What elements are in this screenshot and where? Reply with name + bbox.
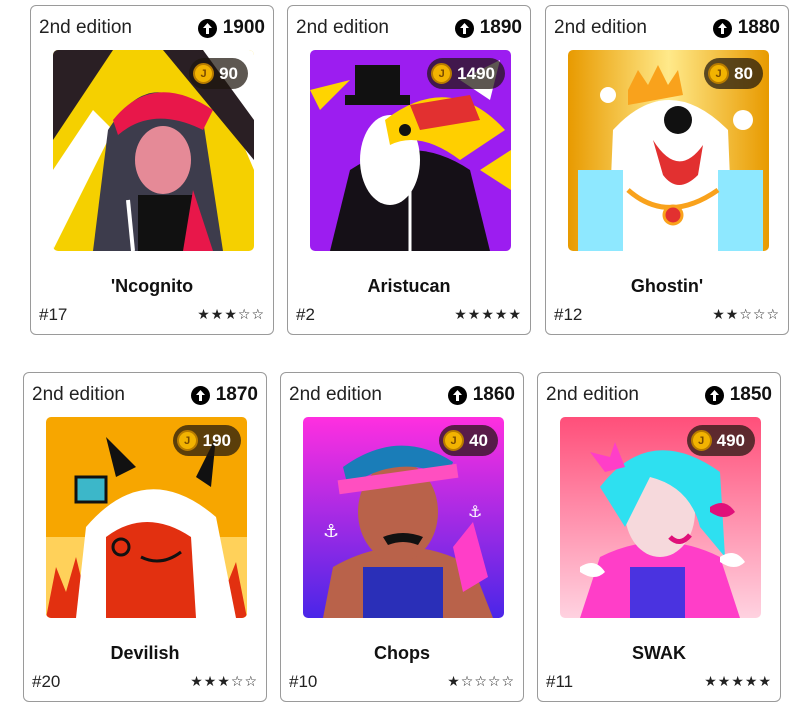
score: 1870: [190, 384, 258, 406]
score: 1860: [447, 384, 515, 406]
price-value: 80: [734, 63, 753, 83]
card-art[interactable]: ⚓ ⚓ J 40: [303, 417, 504, 618]
card-ncognito[interactable]: 2nd edition 1900 J 90 'Ncognito #17 ★★★☆…: [30, 5, 274, 335]
edition-label: 2nd edition: [39, 17, 132, 38]
card-name: Aristucan: [367, 276, 451, 296]
card-art[interactable]: J 90: [53, 50, 254, 251]
star-rating: ★★★☆☆: [190, 673, 258, 689]
price-tag: J 1490: [427, 58, 505, 89]
edition-label: 2nd edition: [289, 384, 382, 405]
card-name: SWAK: [632, 643, 686, 663]
coin-icon: J: [690, 430, 712, 451]
edition-label: 2nd edition: [554, 17, 647, 38]
card-chops[interactable]: 2nd edition 1860 ⚓ ⚓ J 40 Chops #10 ★☆☆☆…: [280, 372, 524, 702]
score: 1850: [704, 384, 772, 406]
score-value: 1870: [215, 384, 258, 405]
score-value: 1850: [729, 384, 772, 405]
price-value: 190: [202, 430, 231, 450]
edition-label: 2nd edition: [296, 17, 389, 38]
card-name: 'Ncognito: [110, 276, 194, 296]
card-swak[interactable]: 2nd edition 1850 J 490 SWAK #11 ★★★★★: [537, 372, 781, 702]
card-ghostin[interactable]: 2nd edition 1880 J 80 Ghostin' #12 ★★☆☆☆: [545, 5, 789, 335]
card-rank: #10: [289, 672, 318, 691]
arrow-up-circle-icon: [454, 18, 474, 38]
score-value: 1860: [472, 384, 515, 405]
price-value: 40: [469, 430, 488, 450]
card-aristucan[interactable]: 2nd edition 1890 J 1490 Aristucan #2 ★★★…: [287, 5, 531, 335]
star-rating: ★★★★★: [454, 306, 522, 322]
coin-icon: J: [708, 63, 730, 84]
score: 1900: [197, 17, 265, 39]
arrow-up-circle-icon: [197, 18, 217, 38]
price-tag: J 90: [189, 58, 248, 89]
card-rank: #17: [39, 305, 68, 324]
arrow-up-circle-icon: [447, 385, 467, 405]
score: 1890: [454, 17, 522, 39]
card-rank: #11: [546, 672, 574, 691]
price-tag: J 80: [704, 58, 763, 89]
card-art[interactable]: J 490: [560, 417, 761, 618]
edition-label: 2nd edition: [546, 384, 639, 405]
price-value: 90: [219, 63, 238, 83]
arrow-up-circle-icon: [704, 385, 724, 405]
card-name: Devilish: [110, 643, 180, 663]
coin-icon: J: [443, 430, 465, 451]
card-art[interactable]: J 1490: [310, 50, 511, 251]
arrow-up-circle-icon: [712, 18, 732, 38]
score-value: 1880: [737, 17, 780, 38]
score-value: 1890: [479, 17, 522, 38]
card-name: Chops: [374, 643, 430, 663]
card-devilish[interactable]: 2nd edition 1870 J 190 Devilish #20 ★★★☆…: [23, 372, 267, 702]
price-tag: J 40: [439, 425, 498, 456]
card-rank: #12: [554, 305, 583, 324]
card-art[interactable]: J 80: [568, 50, 769, 251]
star-rating: ★☆☆☆☆: [447, 673, 515, 689]
coin-icon: J: [193, 63, 215, 84]
price-tag: J 190: [172, 425, 241, 456]
star-rating: ★★☆☆☆: [712, 306, 780, 322]
card-rank: #20: [32, 672, 61, 691]
svg-text:⚓: ⚓: [468, 502, 482, 521]
card-art[interactable]: J 190: [46, 417, 247, 618]
edition-label: 2nd edition: [32, 384, 125, 405]
star-rating: ★★★☆☆: [197, 306, 265, 322]
coin-icon: J: [176, 430, 198, 451]
card-name: Ghostin': [630, 276, 704, 296]
card-rank: #2: [296, 305, 315, 324]
score-value: 1900: [222, 17, 265, 38]
price-tag: J 490: [686, 425, 755, 456]
arrow-up-circle-icon: [190, 385, 210, 405]
price-value: 1490: [457, 63, 495, 83]
coin-icon: J: [431, 63, 453, 84]
price-value: 490: [716, 430, 745, 450]
score: 1880: [712, 17, 780, 39]
star-rating: ★★★★★: [704, 673, 772, 689]
svg-text:⚓: ⚓: [323, 521, 339, 542]
